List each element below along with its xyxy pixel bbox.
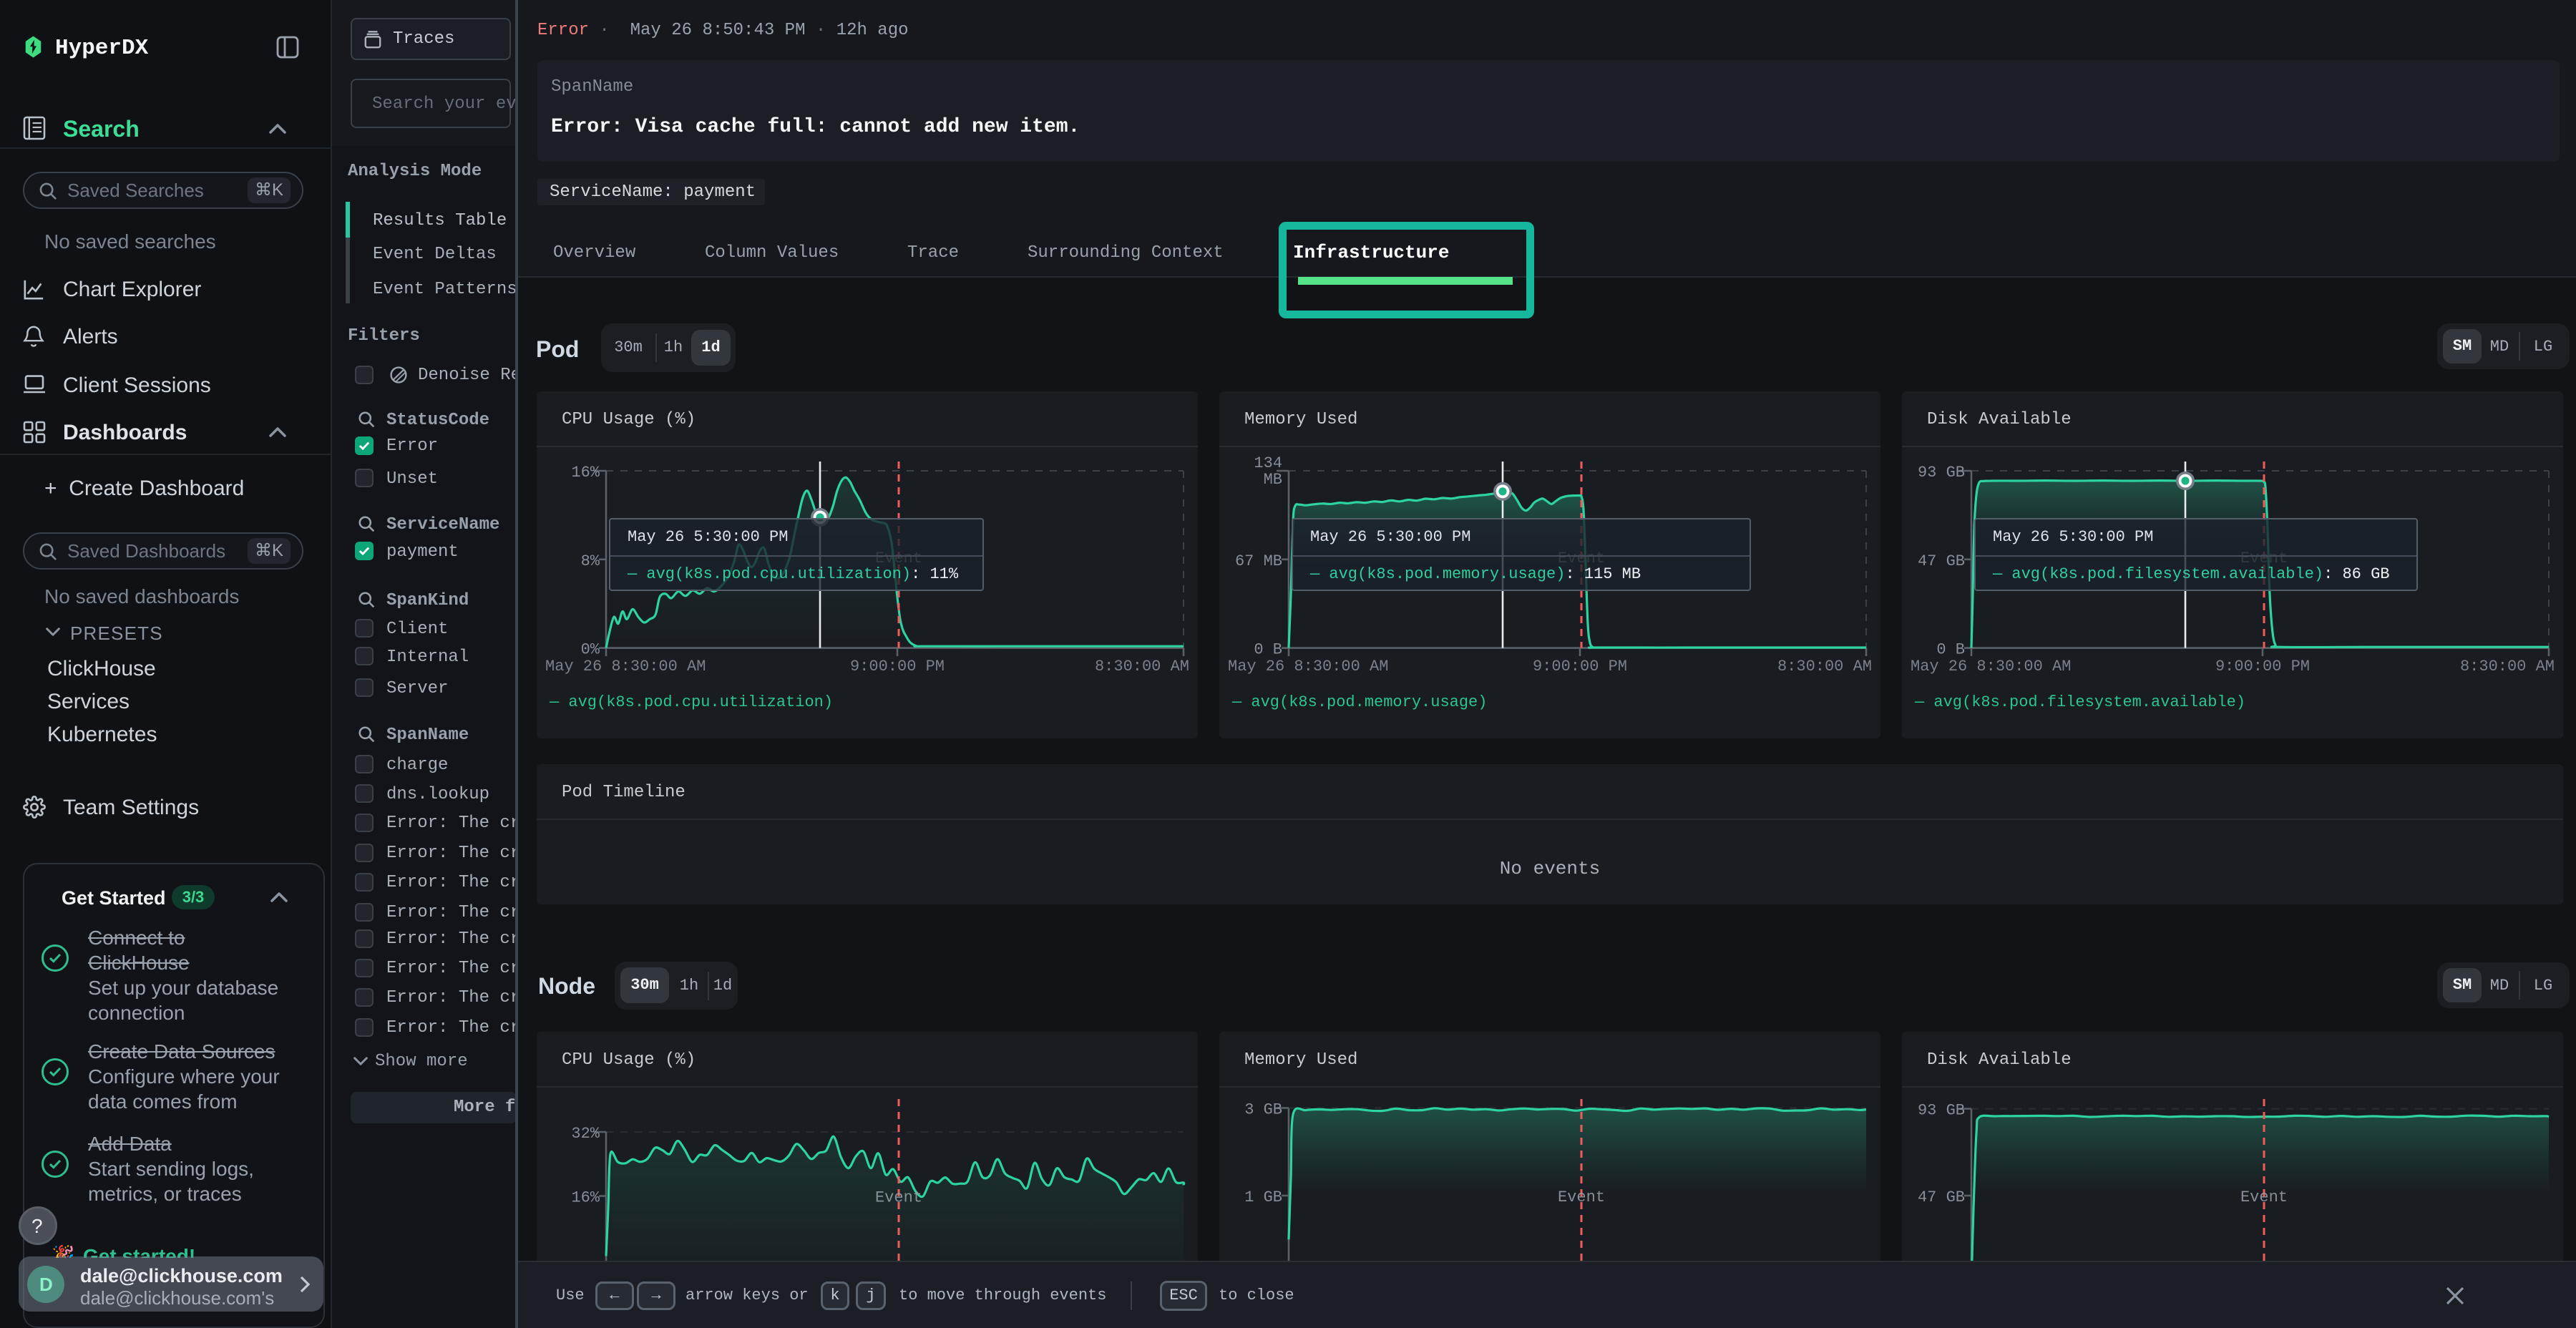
svg-text:134: 134 bbox=[1254, 454, 1282, 472]
svg-text:0%: 0% bbox=[581, 641, 600, 659]
svg-text:8:30:00 AM: 8:30:00 AM bbox=[1095, 658, 1189, 675]
svg-text:0 B: 0 B bbox=[1936, 641, 1965, 659]
svg-text:8:30:00 AM: 8:30:00 AM bbox=[1777, 658, 1872, 675]
svg-text:May 26 8:30:00 AM: May 26 8:30:00 AM bbox=[1911, 658, 2071, 675]
svg-text:9:00:00 PM: 9:00:00 PM bbox=[2215, 658, 2310, 675]
svg-text:May 26 8:30:00 AM: May 26 8:30:00 AM bbox=[1228, 658, 1388, 675]
svg-text:47 GB: 47 GB bbox=[1918, 1188, 1965, 1206]
svg-text:May 26 8:30:00 AM: May 26 8:30:00 AM bbox=[545, 658, 706, 675]
svg-text:32%: 32% bbox=[571, 1125, 600, 1143]
svg-text:0 B: 0 B bbox=[1254, 641, 1282, 659]
svg-text:3 GB: 3 GB bbox=[1244, 1101, 1282, 1119]
svg-text:Event: Event bbox=[2240, 1188, 2288, 1206]
svg-text:67 MB: 67 MB bbox=[1235, 552, 1282, 570]
svg-text:16%: 16% bbox=[571, 1189, 600, 1207]
svg-text:Event: Event bbox=[1558, 1188, 1605, 1206]
svg-text:47 GB: 47 GB bbox=[1918, 552, 1965, 570]
svg-text:8%: 8% bbox=[581, 552, 600, 570]
svg-text:9:00:00 PM: 9:00:00 PM bbox=[850, 658, 945, 675]
svg-text:93 GB: 93 GB bbox=[1918, 464, 1965, 482]
svg-text:93 GB: 93 GB bbox=[1918, 1102, 1965, 1120]
svg-text:9:00:00 PM: 9:00:00 PM bbox=[1533, 658, 1627, 675]
svg-text:8:30:00 AM: 8:30:00 AM bbox=[2460, 658, 2555, 675]
svg-text:MB: MB bbox=[1264, 471, 1282, 489]
svg-text:16%: 16% bbox=[571, 464, 600, 482]
svg-text:1 GB: 1 GB bbox=[1244, 1188, 1282, 1206]
svg-text:Event: Event bbox=[875, 1189, 922, 1207]
